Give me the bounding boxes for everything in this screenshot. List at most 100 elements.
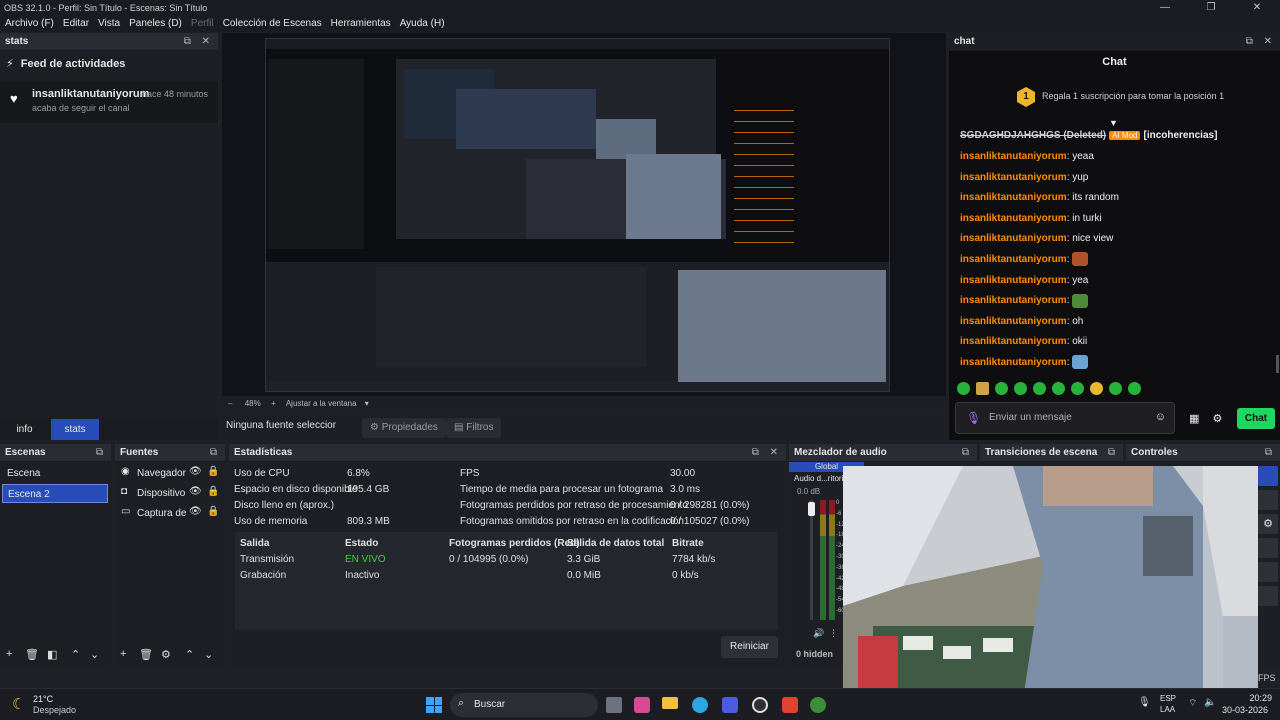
tab-stats[interactable]: stats — [51, 419, 99, 440]
taskbar-search[interactable]: ⌕ Buscar — [450, 693, 598, 717]
trash-icon[interactable]: 🗑 — [139, 648, 153, 661]
chrome-icon[interactable] — [810, 697, 826, 713]
emote-icon[interactable] — [1014, 382, 1027, 395]
start-recording-button[interactable] — [1258, 490, 1278, 510]
dock-float-close-icons[interactable]: ⧉ ✕ — [1246, 33, 1276, 51]
microphone-icon[interactable]: 🎙 — [966, 411, 981, 425]
dock-float-icon[interactable]: ⧉ — [210, 444, 221, 462]
emote-icon[interactable] — [1090, 382, 1103, 395]
emote-icon[interactable] — [1128, 382, 1141, 395]
chat-username[interactable]: insanliktanutaniyorum — [960, 275, 1067, 286]
chat-username[interactable]: insanliktanutaniyorum — [960, 357, 1067, 368]
chat-username[interactable]: insanliktanutaniyorum — [960, 192, 1067, 203]
windows-start-icon[interactable] — [426, 697, 442, 713]
dock-float-icon[interactable]: ⧉ — [1265, 444, 1276, 462]
chat-username[interactable]: insanliktanutaniyorum — [960, 254, 1067, 265]
task-view-icon[interactable] — [606, 697, 622, 713]
speaker-icon[interactable]: 🔊 — [813, 628, 824, 639]
gift-sub-banner[interactable]: 1 Regala 1 suscripción para tomar la pos… — [949, 79, 1280, 115]
emoji-icon[interactable]: ☺ — [1155, 411, 1166, 423]
emote-icon[interactable] — [995, 382, 1008, 395]
menu-docks[interactable]: Paneles (D) — [129, 16, 182, 32]
volume-slider-handle[interactable] — [808, 502, 815, 516]
tab-info[interactable]: info — [0, 419, 49, 440]
minimize-icon[interactable]: — — [1142, 0, 1188, 16]
chat-username[interactable]: insanliktanutaniyorum — [960, 336, 1067, 347]
filters-button[interactable]: ▤ Filtros — [446, 418, 502, 438]
webcam-projector-window[interactable] — [843, 466, 1258, 700]
chat-username[interactable]: insanliktanutaniyorum — [960, 233, 1067, 244]
app-icon[interactable] — [634, 697, 650, 713]
dock-float-icon[interactable]: ⧉ — [1108, 444, 1119, 462]
chat-username[interactable]: insanliktanutaniyorum — [960, 316, 1067, 327]
zoom-fit-select[interactable]: Ajustar a la ventana — [286, 399, 357, 408]
lock-icon[interactable]: 🔒 — [207, 506, 219, 517]
emote-icon[interactable] — [1052, 382, 1065, 395]
start-streaming-button[interactable] — [1258, 466, 1278, 486]
mixer-settings-icon[interactable]: ⋮ — [829, 628, 838, 639]
studio-mode-button[interactable] — [1258, 538, 1278, 558]
chat-send-button[interactable]: Chat — [1237, 408, 1275, 429]
gear-icon[interactable]: ⚙ — [1258, 514, 1278, 534]
wifi-icon[interactable]: ⌔ — [1188, 697, 1197, 710]
eye-icon[interactable]: 👁 — [189, 506, 202, 517]
edge-icon[interactable] — [692, 697, 708, 713]
emote-icon[interactable] — [1071, 382, 1084, 395]
up-icon[interactable]: ⌃ — [71, 648, 80, 661]
eye-icon[interactable]: 👁 — [189, 486, 202, 497]
menu-tools[interactable]: Herramientas — [331, 16, 391, 32]
up-icon[interactable]: ⌃ — [185, 648, 194, 661]
chat-username[interactable]: insanliktanutaniyorum — [960, 172, 1067, 183]
brave-icon[interactable] — [782, 697, 798, 713]
settings-button[interactable] — [1258, 562, 1278, 582]
store-icon[interactable]: ▦ — [1189, 413, 1199, 425]
obs-icon[interactable] — [752, 697, 768, 713]
scene-item[interactable]: Escena — [2, 464, 108, 483]
menu-help[interactable]: Ayuda (H) — [400, 16, 445, 32]
zoom-out-icon[interactable]: – — [228, 399, 232, 408]
source-device[interactable]: Dispositivo de — [117, 484, 187, 503]
menu-view[interactable]: Vista — [98, 16, 120, 32]
language-indicator[interactable]: ESP — [1160, 694, 1176, 703]
lock-icon[interactable]: 🔒 — [207, 466, 219, 477]
chat-username[interactable]: insanliktanutaniyorum — [960, 213, 1067, 224]
add-icon[interactable]: + — [6, 648, 12, 660]
chat-username[interactable]: insanliktanutaniyorum — [960, 151, 1067, 162]
filter-icon[interactable]: ◧ — [47, 648, 57, 661]
properties-button[interactable]: ⚙ Propiedades — [362, 418, 446, 438]
emote-icon[interactable] — [976, 382, 989, 395]
gear-icon[interactable]: ⚙ — [1212, 413, 1222, 425]
scene-item-selected[interactable]: Escena 2 — [2, 484, 108, 503]
clock-time[interactable]: 20:29 — [1228, 693, 1272, 703]
emote-icon[interactable] — [957, 382, 970, 395]
mic-tray-icon[interactable]: 🎙 — [1138, 697, 1151, 708]
scroll-down-icon[interactable]: ▼ — [1109, 118, 1118, 128]
trash-icon[interactable]: 🗑 — [25, 648, 39, 661]
dock-float-icon[interactable]: ⧉ — [962, 444, 973, 462]
emote-icon[interactable] — [1033, 382, 1046, 395]
activity-feed-item[interactable]: ♥ insanliktanutaniyorum hace 48 minutos … — [0, 81, 218, 123]
chat-input[interactable]: 🎙 Enviar un mensaje ☺ — [955, 402, 1175, 434]
menu-scene-collection[interactable]: Colección de Escenas — [223, 16, 322, 32]
menu-file[interactable]: Archivo (F) — [5, 16, 54, 32]
file-explorer-icon[interactable] — [662, 697, 678, 709]
maximize-icon[interactable]: ❐ — [1188, 0, 1234, 16]
reset-button[interactable]: Reiniciar — [721, 636, 778, 658]
menu-edit[interactable]: Editar — [63, 16, 89, 32]
zoom-in-icon[interactable]: + — [271, 399, 276, 408]
dock-float-close-icons[interactable]: ⧉ ✕ — [752, 444, 782, 462]
lock-icon[interactable]: 🔒 — [207, 486, 219, 497]
gear-icon[interactable]: ⚙ — [161, 648, 171, 661]
chevron-down-icon[interactable]: ▾ — [365, 399, 369, 408]
eye-icon[interactable]: 👁 — [189, 466, 202, 477]
dock-float-icon[interactable]: ⧉ — [96, 444, 107, 462]
preview-canvas[interactable] — [265, 38, 890, 392]
store-icon[interactable] — [722, 697, 738, 713]
chat-username[interactable]: insanliktanutaniyorum — [960, 295, 1067, 306]
preview-area[interactable] — [222, 33, 946, 396]
volume-track[interactable] — [810, 500, 813, 620]
emote-icon[interactable] — [1109, 382, 1122, 395]
add-icon[interactable]: + — [120, 648, 126, 660]
down-icon[interactable]: ⌄ — [204, 648, 213, 661]
down-icon[interactable]: ⌄ — [90, 648, 99, 661]
